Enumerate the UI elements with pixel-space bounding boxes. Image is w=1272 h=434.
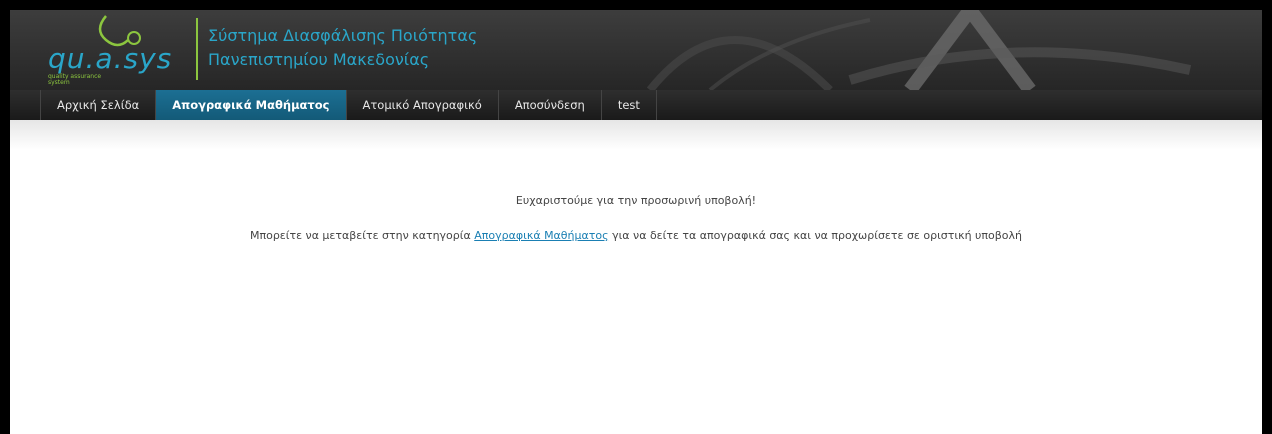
logo-divider — [196, 18, 198, 80]
nav-item-course-surveys[interactable]: Απογραφικά Μαθήματος — [155, 90, 346, 120]
nav-item-personal-survey[interactable]: Ατομικό Απογραφικό — [345, 90, 498, 120]
site-logo[interactable]: qu.a.sys quality assurance system — [26, 12, 196, 88]
frame-border-right — [1262, 0, 1272, 434]
site-header: qu.a.sys quality assurance system Σύστημ… — [10, 10, 1262, 90]
logo-wordmark: qu.a.sys — [48, 42, 173, 75]
nav-shadow — [10, 120, 1262, 150]
nav-item-user[interactable]: test — [600, 90, 657, 120]
main-navigation: Αρχική Σελίδα Απογραφικά Μαθήματος Ατομι… — [10, 90, 1262, 120]
next-steps-message: Μπορείτε να μεταβείτε στην κατηγορία Απο… — [10, 229, 1262, 242]
site-title-line1: Σύστημα Διασφάλισης Ποιότητας — [208, 26, 478, 45]
frame-border-left — [0, 0, 10, 434]
logo-subtitle: quality assurance system — [48, 73, 102, 86]
nav-item-logout[interactable]: Αποσύνδεση — [497, 90, 601, 120]
nav-item-home[interactable]: Αρχική Σελίδα — [40, 90, 155, 120]
course-surveys-link[interactable]: Απογραφικά Μαθήματος — [474, 229, 608, 242]
site-title: Σύστημα Διασφάλισης Ποιότητας Πανεπιστημ… — [208, 24, 477, 72]
submission-thanks-message: Ευχαριστούμε για την προσωρινή υποβολή! — [515, 194, 757, 207]
next-steps-text-before: Μπορείτε να μεταβείτε στην κατηγορία — [249, 229, 475, 242]
browser-viewport: qu.a.sys quality assurance system Σύστημ… — [0, 0, 1272, 434]
site-title-line2: Πανεπιστημίου Μακεδονίας — [208, 50, 430, 69]
frame-border-top — [0, 0, 1272, 10]
next-steps-text-after: για να δείτε τα απογραφικά σας και να πρ… — [608, 229, 1023, 242]
